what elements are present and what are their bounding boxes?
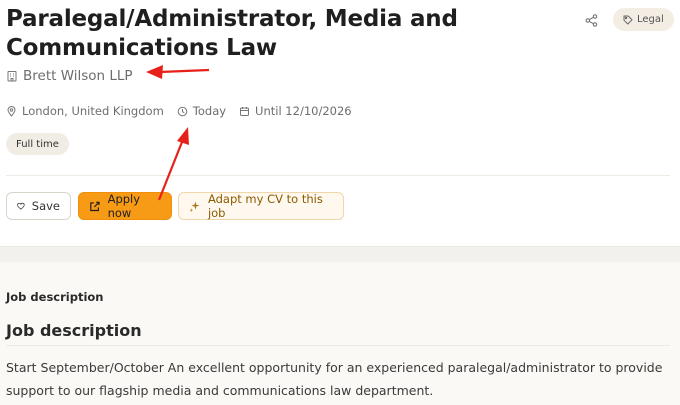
company-name-row[interactable]: Brett Wilson LLP [6,68,133,84]
deadline-meta: Until 12/10/2026 [239,104,352,118]
location-meta: London, United Kingdom [6,104,164,118]
job-meta-row: London, United Kingdom Today Until 12/10… [6,104,352,118]
section-separator [0,246,680,262]
description-heading: Job description [6,321,142,340]
job-title: Paralegal/Administrator, Media and Commu… [6,6,458,61]
calendar-icon [240,106,250,116]
posted-meta: Today [177,104,226,118]
save-button-label: Save [31,199,60,213]
apply-now-button[interactable]: Apply now [78,192,172,220]
category-tag-label: Legal [637,14,664,25]
adapt-cv-button[interactable]: Adapt my CV to this job [178,192,344,220]
company-name[interactable]: Brett Wilson LLP [23,68,133,84]
employment-type-badge: Full time [6,133,69,155]
description-divider [6,345,670,346]
header-divider [6,175,670,176]
deadline-text: Until 12/10/2026 [255,104,352,118]
category-tag[interactable]: Legal [613,8,674,31]
description-section-label: Job description [6,290,104,304]
clock-icon [177,106,188,116]
adapt-cv-label: Adapt my CV to this job [207,192,323,220]
save-button[interactable]: Save [6,192,71,220]
job-header-card: Paralegal/Administrator, Media and Commu… [0,0,680,246]
share-icon [585,13,597,27]
apply-now-label: Apply now [107,192,141,220]
tag-icon [623,15,633,25]
posted-text: Today [192,104,227,118]
share-button[interactable] [582,11,600,29]
sparkles-icon [189,200,200,212]
heart-icon [17,202,25,210]
location-pin-icon [7,105,16,117]
building-icon [7,71,17,82]
external-link-icon [90,201,100,211]
location-text: London, United Kingdom [22,104,164,118]
description-body: Start September/October An excellent opp… [6,360,663,398]
